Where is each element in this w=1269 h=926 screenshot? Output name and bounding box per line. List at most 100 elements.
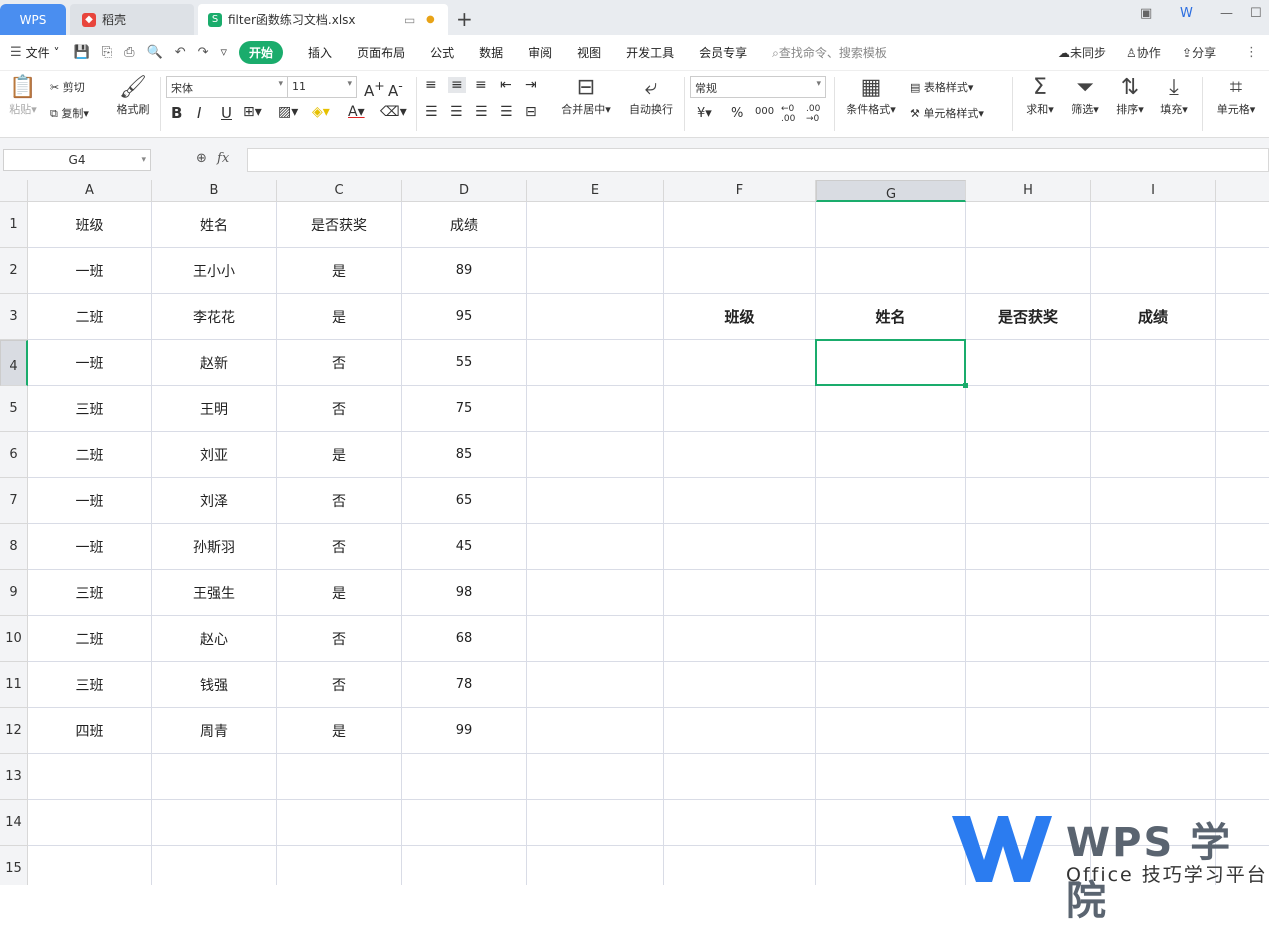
border-button[interactable]: ⊞▾ <box>243 104 262 120</box>
cell-a7[interactable]: 一班 <box>28 478 152 524</box>
cell-a11[interactable]: 三班 <box>28 662 152 708</box>
cell-g13[interactable] <box>816 754 966 800</box>
cell-g2[interactable] <box>816 248 966 294</box>
currency-button[interactable]: ¥▾ <box>697 106 712 121</box>
row-header-6[interactable]: 6 <box>0 432 28 478</box>
cell-c11[interactable]: 否 <box>277 662 402 708</box>
cell-a15[interactable] <box>28 846 152 885</box>
cell-c14[interactable] <box>277 800 402 846</box>
cell-f1[interactable] <box>664 202 816 248</box>
new-tab-button[interactable]: + <box>456 7 473 31</box>
cell-c3[interactable]: 是 <box>277 294 402 340</box>
fill-button[interactable]: ⤓ 填充▾ <box>1154 75 1194 117</box>
cell-c1[interactable]: 是否获奖 <box>277 202 402 248</box>
font-grow-button[interactable]: A+ <box>364 78 385 100</box>
preview-icon[interactable]: 🔍 <box>147 45 163 60</box>
maximize-icon[interactable]: ☐ <box>1250 6 1262 21</box>
name-box[interactable]: G4 ▾ <box>3 149 151 171</box>
cell-a4[interactable]: 一班 <box>28 340 152 386</box>
cell-j3[interactable] <box>1216 294 1269 340</box>
merge-center-button[interactable]: ⊟ 合并居中▾ <box>556 75 616 117</box>
cell-g3[interactable]: 姓名 <box>816 294 966 340</box>
more-icon[interactable]: ⋮ <box>1245 45 1258 60</box>
cell-c13[interactable] <box>277 754 402 800</box>
percent-button[interactable]: % <box>731 106 743 121</box>
cell-c2[interactable]: 是 <box>277 248 402 294</box>
cell-e1[interactable] <box>527 202 664 248</box>
cell-f12[interactable] <box>664 708 816 754</box>
cell-f11[interactable] <box>664 662 816 708</box>
cell-i12[interactable] <box>1091 708 1216 754</box>
cell-d3[interactable]: 95 <box>402 294 527 340</box>
row-header-7[interactable]: 7 <box>0 478 28 524</box>
cell-h11[interactable] <box>966 662 1091 708</box>
cell-b15[interactable] <box>152 846 277 885</box>
fill-color-button[interactable]: ◈▾ <box>312 104 330 120</box>
cell-d7[interactable]: 65 <box>402 478 527 524</box>
cell-b12[interactable]: 周青 <box>152 708 277 754</box>
cell-i6[interactable] <box>1091 432 1216 478</box>
cell-c10[interactable]: 否 <box>277 616 402 662</box>
increase-decimal-button[interactable]: ←0.00 <box>781 104 795 124</box>
cell-b7[interactable]: 刘泽 <box>152 478 277 524</box>
cell-e10[interactable] <box>527 616 664 662</box>
cell-i8[interactable] <box>1091 524 1216 570</box>
cell-d14[interactable] <box>402 800 527 846</box>
italic-button[interactable]: I <box>197 104 201 122</box>
cell-b11[interactable]: 钱强 <box>152 662 277 708</box>
cell-j2[interactable] <box>1216 248 1269 294</box>
cell-d4[interactable]: 55 <box>402 340 527 386</box>
cell-e2[interactable] <box>527 248 664 294</box>
align-center-icon[interactable]: ☰ <box>450 104 463 120</box>
distribute-icon[interactable]: ⊟ <box>525 104 537 120</box>
cell-g6[interactable] <box>816 432 966 478</box>
cell-j5[interactable] <box>1216 386 1269 432</box>
select-all-corner[interactable] <box>0 180 28 202</box>
cell-a9[interactable]: 三班 <box>28 570 152 616</box>
indent-decrease-icon[interactable]: ⇤ <box>500 77 512 93</box>
cell-b5[interactable]: 王明 <box>152 386 277 432</box>
tab-insert[interactable]: 插入 <box>308 44 332 61</box>
cell-b14[interactable] <box>152 800 277 846</box>
cell-j9[interactable] <box>1216 570 1269 616</box>
undo-icon[interactable]: ↶ <box>175 45 186 60</box>
cell-a8[interactable]: 一班 <box>28 524 152 570</box>
cell-style-button[interactable]: ⚒ 单元格样式▾ <box>910 105 984 121</box>
fill-pattern-button[interactable]: ▨▾ <box>278 104 298 120</box>
cell-f5[interactable] <box>664 386 816 432</box>
row-header-10[interactable]: 10 <box>0 616 28 662</box>
cell-d10[interactable]: 68 <box>402 616 527 662</box>
cell-f7[interactable] <box>664 478 816 524</box>
cell-g8[interactable] <box>816 524 966 570</box>
cell-h8[interactable] <box>966 524 1091 570</box>
cell-e4[interactable] <box>527 340 664 386</box>
cell-d6[interactable]: 85 <box>402 432 527 478</box>
underline-button[interactable]: U <box>221 104 232 122</box>
print-icon[interactable]: ⎙ <box>124 45 134 60</box>
cell-h2[interactable] <box>966 248 1091 294</box>
cell-e12[interactable] <box>527 708 664 754</box>
tab-member[interactable]: 会员专享 <box>699 44 747 61</box>
column-header-g[interactable]: G <box>816 180 966 202</box>
redo-icon[interactable]: ↷ <box>198 45 209 60</box>
cell-e11[interactable] <box>527 662 664 708</box>
align-left-icon[interactable]: ☰ <box>425 104 438 120</box>
tab-daoke[interactable]: ◆ 稻壳 <box>70 4 194 35</box>
tab-review[interactable]: 审阅 <box>528 44 552 61</box>
cell-g9[interactable] <box>816 570 966 616</box>
row-header-13[interactable]: 13 <box>0 754 28 800</box>
cell-c15[interactable] <box>277 846 402 885</box>
row-header-5[interactable]: 5 <box>0 386 28 432</box>
cell-a6[interactable]: 二班 <box>28 432 152 478</box>
cell-c7[interactable]: 否 <box>277 478 402 524</box>
cell-e9[interactable] <box>527 570 664 616</box>
cell-f3[interactable]: 班级 <box>664 294 816 340</box>
format-painter-button[interactable]: 🖌 格式刷 <box>112 75 154 117</box>
cell-i13[interactable] <box>1091 754 1216 800</box>
cell-j8[interactable] <box>1216 524 1269 570</box>
cell-e7[interactable] <box>527 478 664 524</box>
column-header-i[interactable]: I <box>1091 180 1216 202</box>
cell-h5[interactable] <box>966 386 1091 432</box>
zoom-icon[interactable]: ⊕ <box>196 151 207 166</box>
cell-b3[interactable]: 李花花 <box>152 294 277 340</box>
